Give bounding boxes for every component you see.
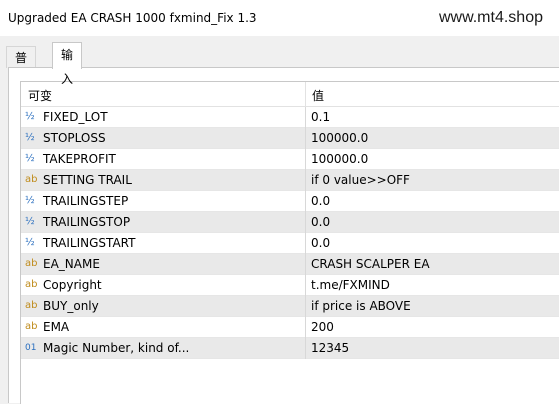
- parameter-value[interactable]: 0.0: [311, 215, 330, 229]
- column-separator: [305, 275, 306, 296]
- column-separator: [305, 233, 306, 254]
- column-separator: [305, 317, 306, 338]
- tab-common[interactable]: 普通: [6, 46, 37, 87]
- parameter-name: TAKEPROFIT: [43, 152, 116, 166]
- table-header: 可变 值: [21, 82, 559, 107]
- string-type-icon: ab: [25, 258, 38, 269]
- parameter-name: STOPLOSS: [43, 131, 106, 145]
- table-row[interactable]: ab Copyright t.me/FXMIND: [21, 275, 559, 296]
- parameter-value[interactable]: CRASH SCALPER EA: [311, 257, 430, 271]
- table-row[interactable]: ½ TRAILINGSTOP 0.0: [21, 212, 559, 233]
- column-separator: [305, 254, 306, 275]
- parameter-name: TRAILINGSTOP: [43, 215, 131, 229]
- table-row[interactable]: ab EA_NAME CRASH SCALPER EA: [21, 254, 559, 275]
- parameter-name: Copyright: [43, 278, 102, 292]
- header-variable[interactable]: 可变: [28, 87, 52, 104]
- parameter-name: SETTING TRAIL: [43, 173, 132, 187]
- column-separator: [305, 170, 306, 191]
- double-type-icon: ½: [25, 237, 35, 248]
- table-row[interactable]: ½ TRAILINGSTEP 0.0: [21, 191, 559, 212]
- column-separator: [305, 128, 306, 149]
- column-separator[interactable]: [305, 82, 306, 106]
- string-type-icon: ab: [25, 279, 38, 290]
- column-separator: [305, 296, 306, 317]
- double-type-icon: ½: [25, 132, 35, 143]
- table-row[interactable]: ½ FIXED_LOT 0.1: [21, 107, 559, 128]
- double-type-icon: ½: [25, 111, 35, 122]
- title-bar: Upgraded EA CRASH 1000 fxmind_Fix 1.3 ww…: [0, 0, 559, 36]
- parameter-value[interactable]: 0.0: [311, 236, 330, 250]
- string-type-icon: ab: [25, 174, 38, 185]
- column-separator: [305, 338, 306, 359]
- tab-inputs[interactable]: 输入: [52, 42, 83, 86]
- table-row[interactable]: 01 Magic Number, kind of... 12345: [21, 338, 559, 359]
- double-type-icon: ½: [25, 153, 35, 164]
- parameter-value[interactable]: if 0 value>>OFF: [311, 173, 410, 187]
- column-separator: [305, 212, 306, 233]
- column-separator: [305, 149, 306, 170]
- table-row[interactable]: ab EMA 200: [21, 317, 559, 338]
- parameter-value[interactable]: t.me/FXMIND: [311, 278, 390, 292]
- integer-type-icon: 01: [25, 343, 37, 353]
- table-row[interactable]: ½ TAKEPROFIT 100000.0: [21, 149, 559, 170]
- string-type-icon: ab: [25, 321, 38, 332]
- double-type-icon: ½: [25, 195, 35, 206]
- parameter-value[interactable]: 100000.0: [311, 152, 368, 166]
- parameter-name: TRAILINGSTART: [43, 236, 136, 250]
- parameter-value[interactable]: 100000.0: [311, 131, 368, 145]
- parameter-name: FIXED_LOT: [43, 110, 108, 124]
- parameter-value[interactable]: 0.0: [311, 194, 330, 208]
- parameter-name: BUY_only: [43, 299, 99, 313]
- parameter-value[interactable]: 200: [311, 320, 334, 334]
- parameter-value[interactable]: 12345: [311, 341, 349, 355]
- header-value[interactable]: 值: [312, 87, 324, 104]
- table-row[interactable]: ab BUY_only if price is ABOVE: [21, 296, 559, 317]
- table-row[interactable]: ½ TRAILINGSTART 0.0: [21, 233, 559, 254]
- column-separator: [305, 107, 306, 128]
- parameter-value[interactable]: 0.1: [311, 110, 330, 124]
- watermark: www.mt4.shop: [438, 9, 543, 26]
- column-separator: [305, 191, 306, 212]
- parameter-name: Magic Number, kind of...: [43, 341, 190, 355]
- parameter-name: EMA: [43, 320, 70, 334]
- table-row[interactable]: ab SETTING TRAIL if 0 value>>OFF: [21, 170, 559, 191]
- parameter-value[interactable]: if price is ABOVE: [311, 299, 411, 313]
- inputs-table: 可变 值 ½ FIXED_LOT 0.1 ½ STOPLOSS 100000.0 ½ TAKE…: [20, 81, 559, 404]
- parameter-name: TRAILINGSTEP: [43, 194, 129, 208]
- window-title: Upgraded EA CRASH 1000 fxmind_Fix 1.3: [8, 11, 257, 25]
- inputs-panel: 可变 值 ½ FIXED_LOT 0.1 ½ STOPLOSS 100000.0 ½ TAKE…: [8, 67, 559, 404]
- table-row[interactable]: ½ STOPLOSS 100000.0: [21, 128, 559, 149]
- double-type-icon: ½: [25, 216, 35, 227]
- string-type-icon: ab: [25, 300, 38, 311]
- parameter-name: EA_NAME: [43, 257, 100, 271]
